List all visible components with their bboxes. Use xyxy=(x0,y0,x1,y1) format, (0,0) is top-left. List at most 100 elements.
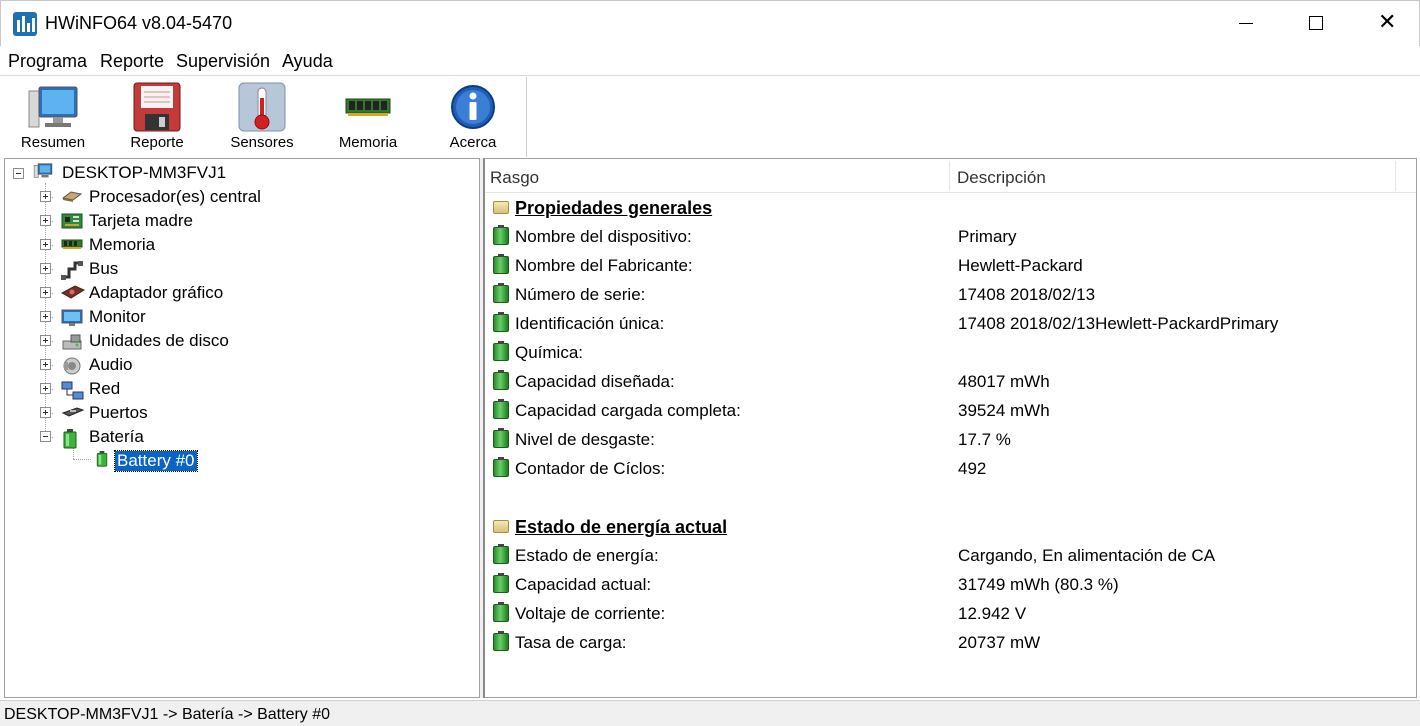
collapse-toggle[interactable] xyxy=(13,168,24,179)
maximize-button[interactable] xyxy=(1281,1,1351,47)
expand-toggle[interactable] xyxy=(40,407,51,418)
battery-icon xyxy=(493,283,509,303)
expand-toggle[interactable] xyxy=(40,287,51,298)
collapse-toggle[interactable] xyxy=(40,431,51,442)
port-icon xyxy=(61,405,85,421)
expand-toggle[interactable] xyxy=(40,263,51,274)
toolbar-acerca-button[interactable]: Acerca xyxy=(421,77,525,157)
property-value: Primary xyxy=(958,227,1017,246)
tree-item-monitor[interactable]: Monitor xyxy=(5,305,479,329)
expand-toggle[interactable] xyxy=(40,311,51,322)
property-name: Identificación única: xyxy=(515,314,665,333)
tree-item-bus[interactable]: Bus xyxy=(5,257,479,281)
blank-row xyxy=(485,483,1415,512)
battery-icon xyxy=(493,428,509,448)
tree-item-puertos[interactable]: Puertos xyxy=(5,401,479,425)
tree-item-battery-0[interactable]: Battery #0 xyxy=(5,449,479,473)
tree-item-bateria[interactable]: Batería xyxy=(5,425,479,449)
tree-item-label: Audio xyxy=(89,355,133,374)
details-list[interactable]: Rasgo Descripción Propiedades generales N… xyxy=(483,158,1417,698)
section-header[interactable]: Estado de energía actual xyxy=(485,512,1415,541)
detail-row[interactable]: Nombre del dispositivo: Primary xyxy=(485,222,1415,251)
device-tree[interactable]: DESKTOP-MM3FVJ1 Procesador(es) central Ta… xyxy=(4,158,480,698)
toolbar-memoria-button[interactable]: Memoria xyxy=(316,77,420,157)
tree-item-tarjeta-madre[interactable]: Tarjeta madre xyxy=(5,209,479,233)
battery-icon xyxy=(493,225,509,245)
detail-row[interactable]: Nivel de desgaste: 17.7 % xyxy=(485,425,1415,454)
tree-item-audio[interactable]: Audio xyxy=(5,353,479,377)
menu-programa[interactable]: Programa xyxy=(8,51,87,72)
tree-item-label: Bus xyxy=(89,259,119,278)
battery-icon xyxy=(96,451,108,467)
property-name: Estado de energía: xyxy=(515,546,659,565)
expand-toggle[interactable] xyxy=(40,191,51,202)
column-header-rasgo[interactable]: Rasgo xyxy=(490,168,539,188)
detail-row[interactable]: Capacidad diseñada: 48017 mWh xyxy=(485,367,1415,396)
tree-item-label: Memoria xyxy=(89,235,156,254)
tree-item-label: Red xyxy=(89,379,121,398)
tree-item-label: Procesador(es) central xyxy=(89,187,261,206)
section-icon xyxy=(493,201,509,214)
thermometer-icon xyxy=(238,82,286,132)
detail-row[interactable]: Estado de energía: Cargando, En alimentac… xyxy=(485,541,1415,570)
battery-icon xyxy=(493,312,509,332)
tree-item-procesador-es-central[interactable]: Procesador(es) central xyxy=(5,185,479,209)
tree-item-battery-0-label: Battery #0 xyxy=(114,450,198,472)
property-value: 492 xyxy=(958,459,987,478)
property-name: Nivel de desgaste: xyxy=(515,430,655,449)
detail-row[interactable]: Número de serie: 17408 2018/02/13 xyxy=(485,280,1415,309)
property-value: Hewlett-Packard xyxy=(958,256,1083,275)
tree-item-unidades-de-disco[interactable]: Unidades de disco xyxy=(5,329,479,353)
detail-row[interactable]: Capacidad cargada completa: 39524 mWh xyxy=(485,396,1415,425)
column-header-descripcion[interactable]: Descripción xyxy=(957,168,1046,188)
column-separator[interactable] xyxy=(949,161,950,191)
menu-reporte[interactable]: Reporte xyxy=(100,51,164,72)
toolbar-resumen-label: Resumen xyxy=(20,134,86,151)
details-header: Rasgo Descripción xyxy=(485,159,1416,193)
detail-row[interactable]: Química: xyxy=(485,338,1415,367)
bus-icon xyxy=(61,261,83,280)
section-header[interactable]: Propiedades generales xyxy=(485,193,1415,222)
property-value: 39524 mWh xyxy=(958,401,1050,420)
network-icon xyxy=(61,381,84,400)
detail-row[interactable]: Capacidad actual: 31749 mWh (80.3 %) xyxy=(485,570,1415,599)
maximize-icon xyxy=(1309,16,1323,30)
toolbar-memoria-label: Memoria xyxy=(338,134,398,151)
toolbar-reporte-button[interactable]: Reporte xyxy=(105,77,209,157)
detail-row[interactable]: Voltaje de corriente: 12.942 V xyxy=(485,599,1415,628)
tree-item-red[interactable]: Red xyxy=(5,377,479,401)
close-button[interactable]: ✕ xyxy=(1351,1,1420,47)
minimize-button[interactable] xyxy=(1211,1,1281,47)
detail-row[interactable]: Contador de Cíclos: 492 xyxy=(485,454,1415,483)
detail-row[interactable]: Identificación única: 17408 2018/02/13Hew… xyxy=(485,309,1415,338)
property-name: Número de serie: xyxy=(515,285,646,304)
menu-ayuda[interactable]: Ayuda xyxy=(282,51,333,72)
property-value: 17408 2018/02/13Hewlett-PackardPrimary xyxy=(958,314,1279,333)
menu-supervision[interactable]: Supervisión xyxy=(176,51,270,72)
expand-toggle[interactable] xyxy=(40,239,51,250)
expand-toggle[interactable] xyxy=(40,359,51,370)
expand-toggle[interactable] xyxy=(40,335,51,346)
toolbar-sensores-button[interactable]: Sensores xyxy=(210,77,314,157)
expand-toggle[interactable] xyxy=(40,215,51,226)
toolbar-resumen-button[interactable]: Resumen xyxy=(1,77,105,157)
gpu-icon xyxy=(60,285,86,301)
info-icon xyxy=(451,85,495,129)
tree-item-memoria[interactable]: Memoria xyxy=(5,233,479,257)
property-name: Voltaje de corriente: xyxy=(515,604,666,623)
tree-item-label: Tarjeta madre xyxy=(89,211,193,230)
column-separator[interactable] xyxy=(1395,161,1396,191)
tree-root-label: DESKTOP-MM3FVJ1 xyxy=(62,163,227,182)
tree-root[interactable]: DESKTOP-MM3FVJ1 xyxy=(5,161,479,185)
property-value: 12.942 V xyxy=(958,604,1027,623)
status-path: DESKTOP-MM3FVJ1 -> Batería -> Battery #0 xyxy=(4,706,331,723)
ram-icon xyxy=(345,98,391,116)
detail-row[interactable]: Nombre del Fabricante: Hewlett-Packard xyxy=(485,251,1415,280)
property-value: Cargando, En alimentación de CA xyxy=(958,546,1216,565)
tree-item-adaptador-grafico[interactable]: Adaptador gráfico xyxy=(5,281,479,305)
floppy-icon xyxy=(133,82,181,132)
property-value: 31749 mWh (80.3 %) xyxy=(958,575,1119,594)
battery-icon xyxy=(493,573,509,593)
detail-row[interactable]: Tasa de carga: 20737 mW xyxy=(485,628,1415,657)
expand-toggle[interactable] xyxy=(40,383,51,394)
